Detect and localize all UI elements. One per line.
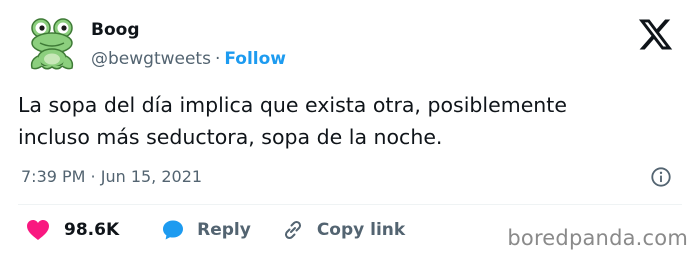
reply-button[interactable]: Reply [161,218,251,242]
author-handle-row: @bewgtweets · Follow [91,49,286,69]
frog-avatar-icon[interactable] [26,16,78,72]
watermark: boredpanda.com [507,226,688,250]
reply-label: Reply [197,220,251,240]
info-icon[interactable] [650,166,672,188]
action-bar: 98.6K Reply Copy link [26,216,405,244]
separator: · [214,49,221,69]
link-icon [281,218,305,242]
author-handle[interactable]: @bewgtweets [91,49,211,69]
like-button[interactable]: 98.6K [26,218,119,242]
author-name[interactable]: Boog [91,20,140,40]
speech-bubble-icon [161,218,185,242]
divider [18,204,682,205]
tweet-timestamp[interactable]: 7:39 PM · Jun 15, 2021 [21,167,202,186]
like-count: 98.6K [64,220,120,240]
heart-icon [26,218,50,242]
follow-button[interactable]: Follow [224,49,286,69]
copy-link-label: Copy link [316,220,406,240]
x-logo-icon[interactable] [637,16,674,53]
copy-link-button[interactable]: Copy link [281,218,405,242]
tweet-text: La sopa del día implica que exista otra,… [18,93,567,149]
